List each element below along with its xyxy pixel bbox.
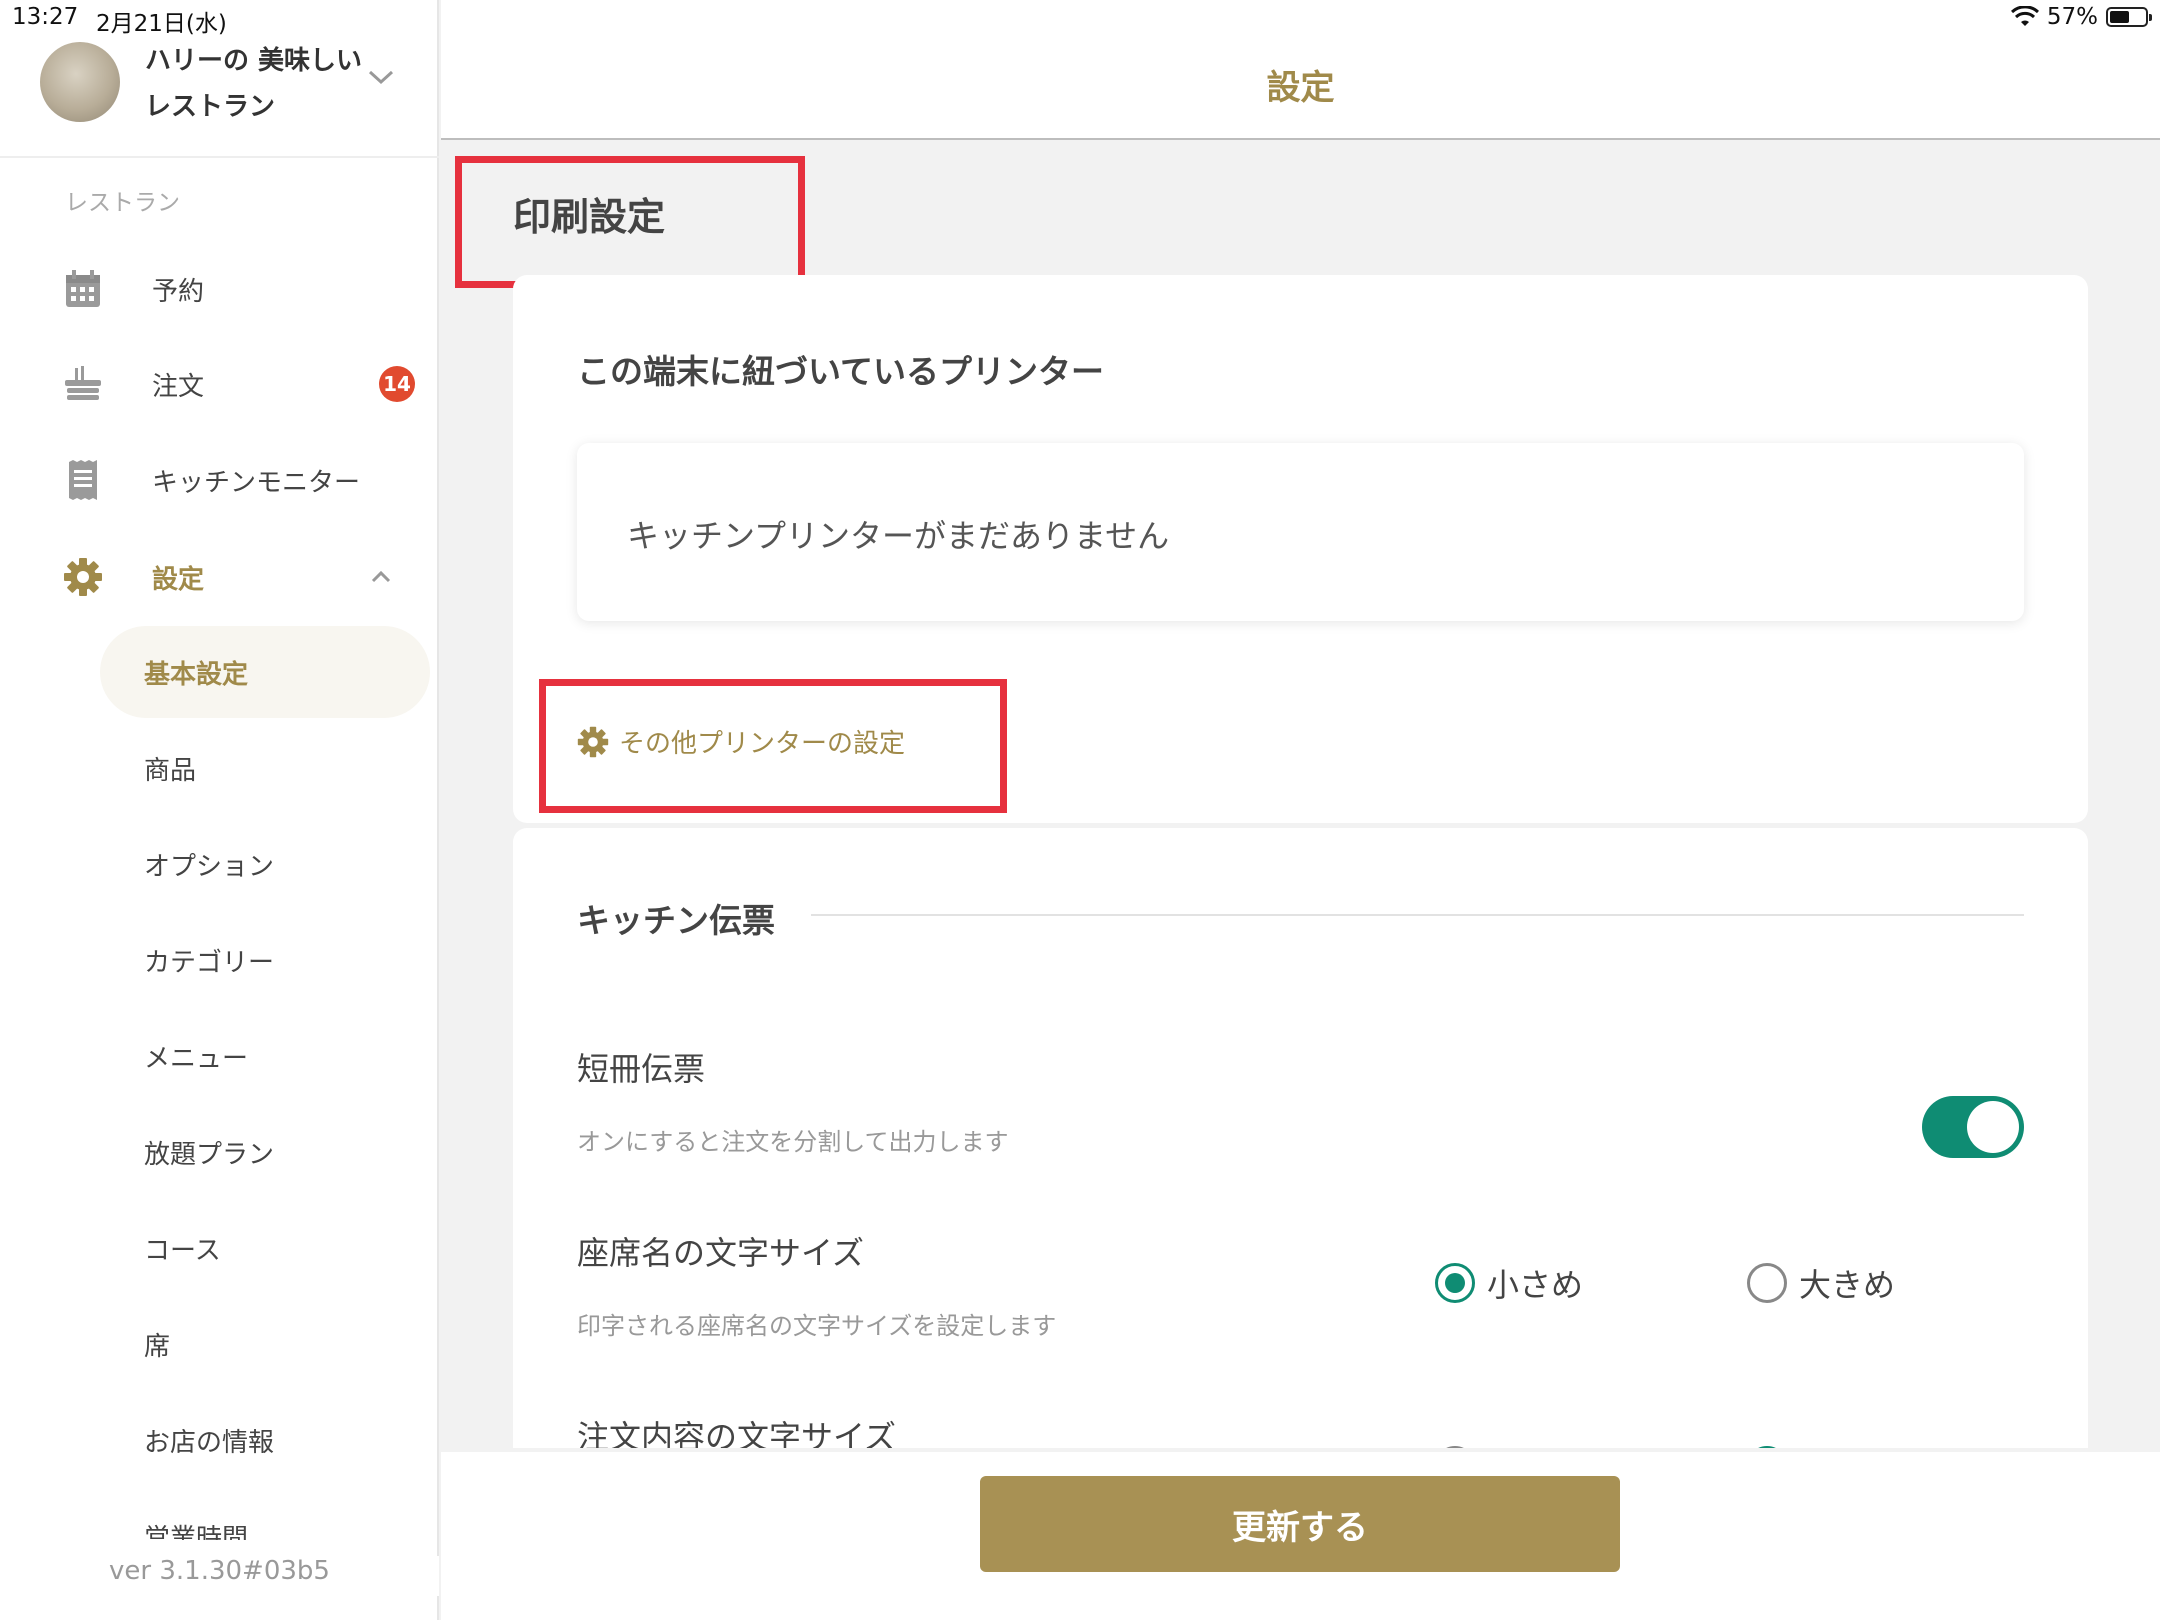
receipt-icon: [63, 460, 103, 500]
sidebar-subitem-label: 放題プラン: [144, 1139, 275, 1170]
sidebar-item-label: キッチンモニター: [152, 467, 361, 498]
toggle-knob: [1967, 1101, 2019, 1153]
seat-font-option-large[interactable]: 大きめ: [1747, 1260, 1895, 1306]
divider: [811, 914, 2024, 916]
radio-unselected[interactable]: [1747, 1263, 1787, 1303]
gear-icon: [63, 557, 103, 597]
radio-selected[interactable]: [1435, 1263, 1475, 1303]
order-font-setting-name: 注文内容の文字サイズ: [577, 1418, 897, 1448]
sidebar-item-kitchen-monitor[interactable]: キッチンモニター: [0, 445, 439, 515]
bottom-action-bar: 更新する: [441, 1452, 2160, 1620]
empty-printer-message: キッチンプリンターがまだありません: [627, 517, 1170, 555]
kitchen-slip-card: キッチン伝票 短冊伝票 オンにすると注文を分割して出力します 座席名の文字サイズ…: [513, 828, 2088, 1448]
sidebar-subitem-label: カテゴリー: [144, 947, 275, 978]
sidebar-item-label: 設定: [152, 564, 205, 595]
avatar: [40, 42, 120, 122]
chevron-up-icon[interactable]: [364, 560, 398, 594]
sidebar-item-label: 注文: [152, 371, 205, 402]
battery-icon: [2106, 7, 2152, 27]
order-icon: [63, 364, 103, 404]
page-title: 設定: [1266, 68, 1335, 108]
sidebar-subitem-business-hours[interactable]: 営業時間: [100, 1490, 430, 1541]
radio-label: 大きめ: [1799, 1266, 1896, 1304]
tanzaku-toggle[interactable]: [1922, 1096, 2024, 1158]
seat-font-option-small[interactable]: 小さめ: [1435, 1260, 1583, 1306]
sidebar-subitem-products[interactable]: 商品: [100, 722, 430, 814]
sidebar-subitem-categories[interactable]: カテゴリー: [100, 914, 430, 1006]
radio-unselected[interactable]: [1435, 1446, 1475, 1448]
battery-percent: 57%: [2046, 4, 2098, 30]
sidebar-subitem-label: メニュー: [144, 1043, 249, 1074]
sidebar-subitem-menu[interactable]: メニュー: [100, 1010, 430, 1102]
order-count-badge: 14: [379, 366, 415, 402]
status-bar: 13:27 2月21日(水) 57%: [0, 0, 2160, 38]
sidebar-subitem-basic-settings[interactable]: 基本設定: [100, 626, 430, 718]
calendar-icon: [63, 269, 103, 309]
sidebar-item-settings[interactable]: 設定: [0, 542, 439, 612]
status-time: 13:27: [12, 4, 79, 30]
sidebar: ハリーの 美味しいレストラン レストラン 予約 注文 14 キッチンモニター 設…: [0, 0, 439, 1620]
sidebar-subitem-label: お店の情報: [144, 1427, 275, 1458]
sidebar-subitem-label: 基本設定: [144, 659, 249, 690]
highlight-box: [455, 156, 805, 288]
status-date: 2月21日(水): [96, 11, 227, 37]
kitchen-slip-title: キッチン伝票: [577, 901, 775, 940]
sidebar-subitem-options[interactable]: オプション: [100, 818, 430, 910]
highlight-box: [539, 679, 1007, 813]
order-font-option-large[interactable]: [1747, 1446, 1787, 1448]
linked-printers-title: この端末に紐づいているプリンター: [577, 352, 1105, 391]
printer-list: キッチンプリンターがまだありません: [577, 443, 2024, 621]
sidebar-nav: 予約 注文 14 キッチンモニター 設定 基本設定 商品 オプション カテゴリー…: [0, 150, 439, 1540]
sidebar-item-label: 予約: [152, 276, 205, 307]
sidebar-subitem-label: オプション: [144, 851, 275, 882]
sidebar-subitem-label: 営業時間: [144, 1523, 249, 1541]
sidebar-item-reservations[interactable]: 予約: [0, 254, 439, 324]
radio-selected[interactable]: [1747, 1446, 1787, 1448]
battery-level: [2110, 11, 2129, 23]
status-right: 57%: [2010, 4, 2152, 30]
wifi-icon: [2010, 6, 2039, 26]
account-name: ハリーの 美味しいレストラン: [145, 46, 363, 122]
sidebar-subitem-all-you-can-plans[interactable]: 放題プラン: [100, 1106, 430, 1198]
sidebar-subitem-label: コース: [144, 1235, 221, 1266]
app-version: ver 3.1.30#03b5: [0, 1556, 439, 1596]
sidebar-subitem-label: 商品: [144, 755, 197, 786]
sidebar-subitem-seats[interactable]: 席: [100, 1298, 430, 1390]
seat-font-setting-desc: 印字される座席名の文字サイズを設定します: [577, 1312, 1057, 1340]
order-font-option-small[interactable]: [1435, 1446, 1475, 1448]
sidebar-subitem-store-info[interactable]: お店の情報: [100, 1394, 430, 1486]
sidebar-subitem-label: 席: [144, 1331, 171, 1362]
update-button[interactable]: 更新する: [980, 1476, 1620, 1572]
sidebar-item-orders[interactable]: 注文 14: [0, 349, 439, 419]
seat-font-setting-name: 座席名の文字サイズ: [577, 1234, 865, 1272]
sidebar-subitem-courses[interactable]: コース: [100, 1202, 430, 1294]
tanzaku-setting-name: 短冊伝票: [577, 1050, 706, 1088]
chevron-down-icon[interactable]: [364, 60, 398, 94]
tanzaku-setting-desc: オンにすると注文を分割して出力します: [577, 1128, 1009, 1156]
account-switcher[interactable]: ハリーの 美味しいレストラン: [0, 38, 439, 158]
radio-label: 小さめ: [1487, 1266, 1584, 1304]
